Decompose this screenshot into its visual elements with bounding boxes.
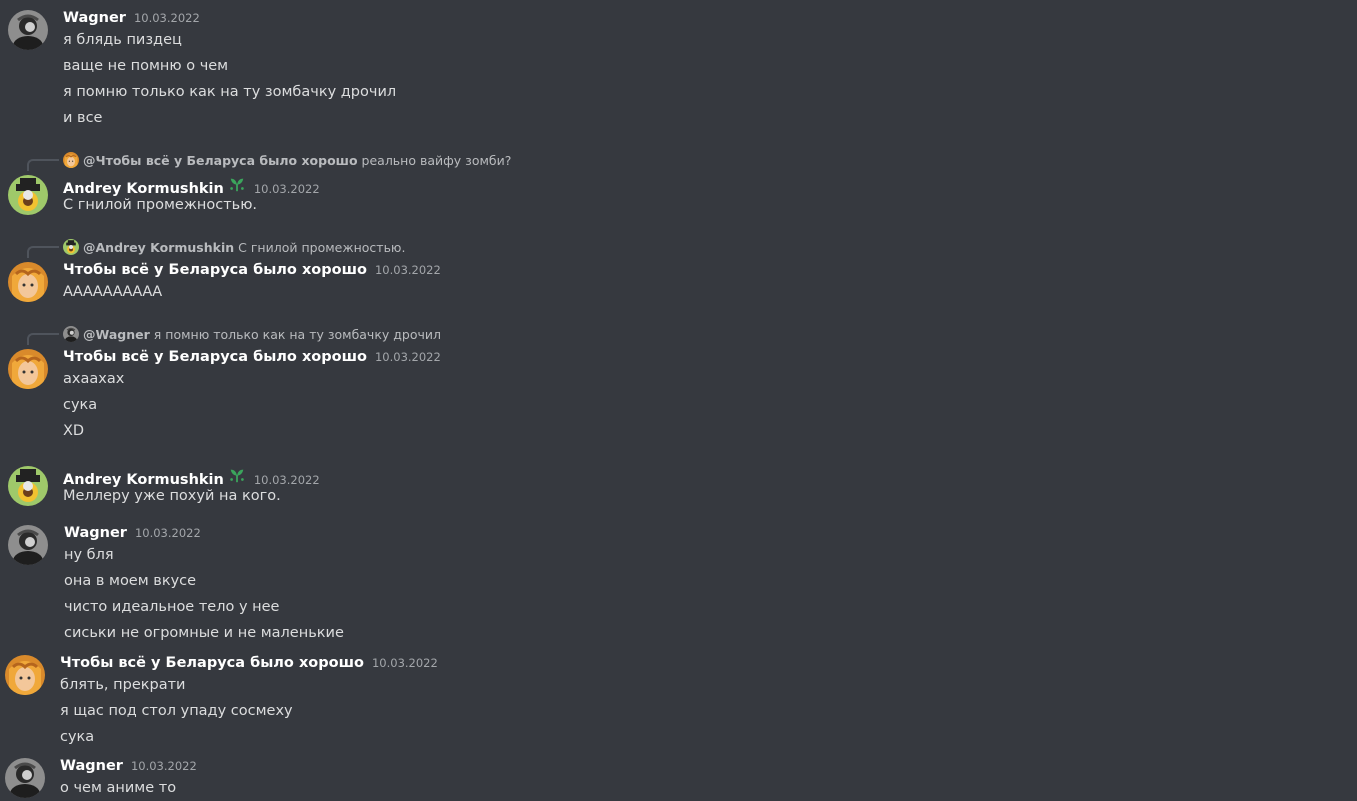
reply-preview[interactable]: @Wagner я помню только как на ту зомбачк… — [63, 326, 441, 342]
message-line: о чем аниме то — [60, 780, 177, 796]
message-line: Меллеру уже похуй на кого. — [63, 488, 281, 504]
andrey-avatar[interactable] — [8, 175, 48, 215]
reply-spine — [27, 333, 59, 345]
timestamp[interactable]: 10.03.2022 — [372, 656, 438, 670]
reply-spine — [27, 246, 59, 258]
message-line: я помню только как на ту зомбачку дрочил — [63, 84, 397, 100]
author-name[interactable]: Чтобы всё у Беларуса было хорошо — [63, 262, 367, 278]
message-line: я блядь пиздец — [63, 32, 182, 48]
author-name[interactable]: Andrey Kormushkin — [63, 181, 224, 197]
wagner-avatar[interactable] — [8, 10, 48, 50]
message-line: сука — [63, 397, 98, 413]
reply-preview[interactable]: @Andrey Kormushkin С гнилой промежностью… — [63, 239, 405, 255]
message-line: ваще не помню о чем — [63, 58, 229, 74]
reply-avatar — [63, 239, 79, 255]
message-line: блять, прекрати — [60, 677, 186, 693]
reply-text[interactable]: я помню только как на ту зомбачку дрочил — [154, 327, 441, 342]
author-name[interactable]: Wagner — [64, 525, 127, 541]
reply-avatar — [63, 326, 79, 342]
wagner-avatar[interactable] — [5, 758, 45, 798]
message-line: XD — [63, 423, 85, 439]
belarus-avatar[interactable] — [5, 655, 45, 695]
message-line: С гнилой промежностью. — [63, 197, 258, 213]
reply-author[interactable]: @Andrey Kormushkin — [83, 240, 234, 255]
belarus-avatar[interactable] — [8, 262, 48, 302]
reply-author[interactable]: @Чтобы всё у Беларуса было хорошо — [83, 153, 358, 168]
andrey-avatar[interactable] — [8, 466, 48, 506]
message-line: сука — [60, 729, 95, 745]
timestamp[interactable]: 10.03.2022 — [135, 526, 201, 540]
reply-author[interactable]: @Wagner — [83, 327, 150, 342]
reply-spine — [27, 159, 59, 171]
reply-avatar — [63, 152, 79, 168]
timestamp[interactable]: 10.03.2022 — [254, 473, 320, 487]
author-name[interactable]: Чтобы всё у Беларуса было хорошо — [60, 655, 364, 671]
message-line: я щас под стол упаду сосмеху — [60, 703, 293, 719]
message-line: ахаахах — [63, 371, 125, 387]
timestamp[interactable]: 10.03.2022 — [134, 11, 200, 25]
reply-text[interactable]: реально вайфу зомби? — [362, 153, 512, 168]
seedling-icon — [228, 466, 246, 488]
message-line: и все — [63, 110, 103, 126]
belarus-avatar[interactable] — [8, 349, 48, 389]
author-name[interactable]: Wagner — [60, 758, 123, 774]
timestamp[interactable]: 10.03.2022 — [254, 182, 320, 196]
message-line: чисто идеальное тело у нее — [64, 599, 280, 615]
message-line: она в моем вкусе — [64, 573, 197, 589]
timestamp[interactable]: 10.03.2022 — [375, 263, 441, 277]
seedling-icon — [228, 175, 246, 197]
wagner-avatar[interactable] — [8, 525, 48, 565]
timestamp[interactable]: 10.03.2022 — [375, 350, 441, 364]
timestamp[interactable]: 10.03.2022 — [131, 759, 197, 773]
reply-preview[interactable]: @Чтобы всё у Беларуса было хорошо реальн… — [63, 152, 511, 168]
author-name[interactable]: Wagner — [63, 10, 126, 26]
message-line: ну бля — [64, 547, 114, 563]
message-line: АААААААААА — [63, 284, 163, 300]
reply-text[interactable]: С гнилой промежностью. — [238, 240, 405, 255]
author-name[interactable]: Чтобы всё у Беларуса было хорошо — [63, 349, 367, 365]
author-name[interactable]: Andrey Kormushkin — [63, 472, 224, 488]
message-line: сиськи не огромные и не маленькие — [64, 625, 344, 641]
